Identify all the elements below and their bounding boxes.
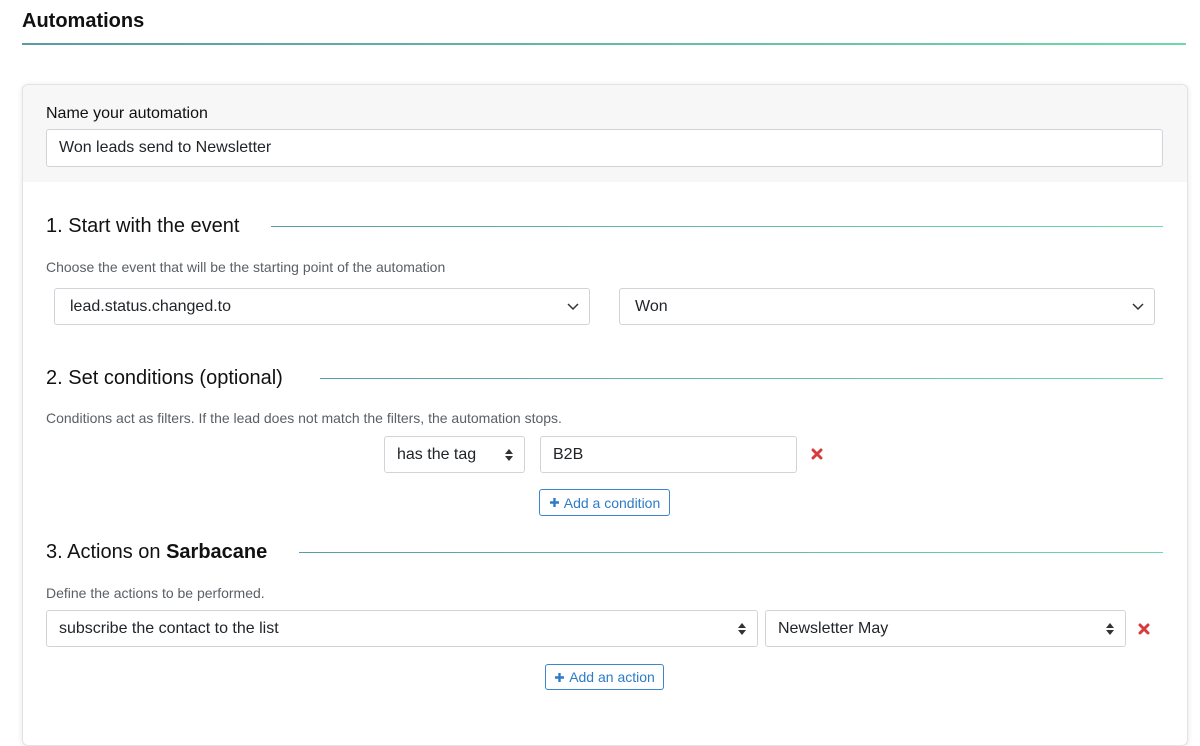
- plus-icon: [555, 672, 565, 682]
- actions-section-title-prefix: 3. Actions on: [46, 541, 161, 563]
- condition-operator-value: has the tag: [397, 445, 477, 463]
- event-section-divider: [271, 226, 1163, 227]
- chevron-down-icon: [567, 302, 579, 310]
- add-action-label: Add an action: [569, 669, 655, 685]
- condition-operator-select[interactable]: has the tag: [384, 436, 525, 473]
- add-condition-label: Add a condition: [563, 494, 661, 511]
- event-type-value: lead.status.changed.to: [70, 297, 232, 315]
- title-divider: [22, 43, 1186, 45]
- action-type-value: subscribe the contact to the list: [59, 619, 279, 637]
- event-value-select[interactable]: Won: [619, 288, 1155, 325]
- remove-action-icon[interactable]: [1138, 623, 1150, 635]
- remove-condition-icon[interactable]: [811, 448, 823, 460]
- event-section-title: 1. Start with the event: [46, 215, 240, 237]
- actions-section-help: Define the actions to be performed.: [46, 585, 265, 601]
- action-target-value: Newsletter May: [778, 619, 889, 637]
- page-title: Automations: [22, 10, 145, 32]
- sort-arrows-icon: [505, 448, 513, 461]
- actions-section-divider: [299, 552, 1163, 553]
- actions-section-app-name: Sarbacane: [166, 541, 268, 563]
- sort-arrows-icon: [1106, 622, 1114, 635]
- automation-form-card: Name your automation 1. Start with the e…: [22, 84, 1188, 746]
- chevron-down-icon: [1132, 302, 1144, 310]
- plus-icon: [549, 498, 559, 507]
- add-action-button[interactable]: Add an action: [545, 664, 664, 690]
- action-type-select[interactable]: subscribe the contact to the list: [46, 610, 758, 647]
- condition-value-input[interactable]: [540, 436, 797, 473]
- automation-name-input[interactable]: [46, 129, 1163, 167]
- event-type-select[interactable]: lead.status.changed.to: [54, 288, 590, 325]
- event-section-help: Choose the event that will be the starti…: [46, 259, 446, 275]
- conditions-section-title: 2. Set conditions (optional): [46, 367, 283, 389]
- automation-name-label: Name your automation: [46, 105, 208, 122]
- action-target-select[interactable]: Newsletter May: [765, 610, 1126, 647]
- add-condition-button[interactable]: Add a condition: [539, 489, 670, 516]
- sort-arrows-icon: [738, 622, 746, 635]
- event-value-value: Won: [635, 297, 668, 315]
- actions-section-title: 3. Actions on Sarbacane: [46, 541, 267, 564]
- conditions-section-help: Conditions act as filters. If the lead d…: [46, 410, 562, 426]
- conditions-section-divider: [320, 378, 1163, 379]
